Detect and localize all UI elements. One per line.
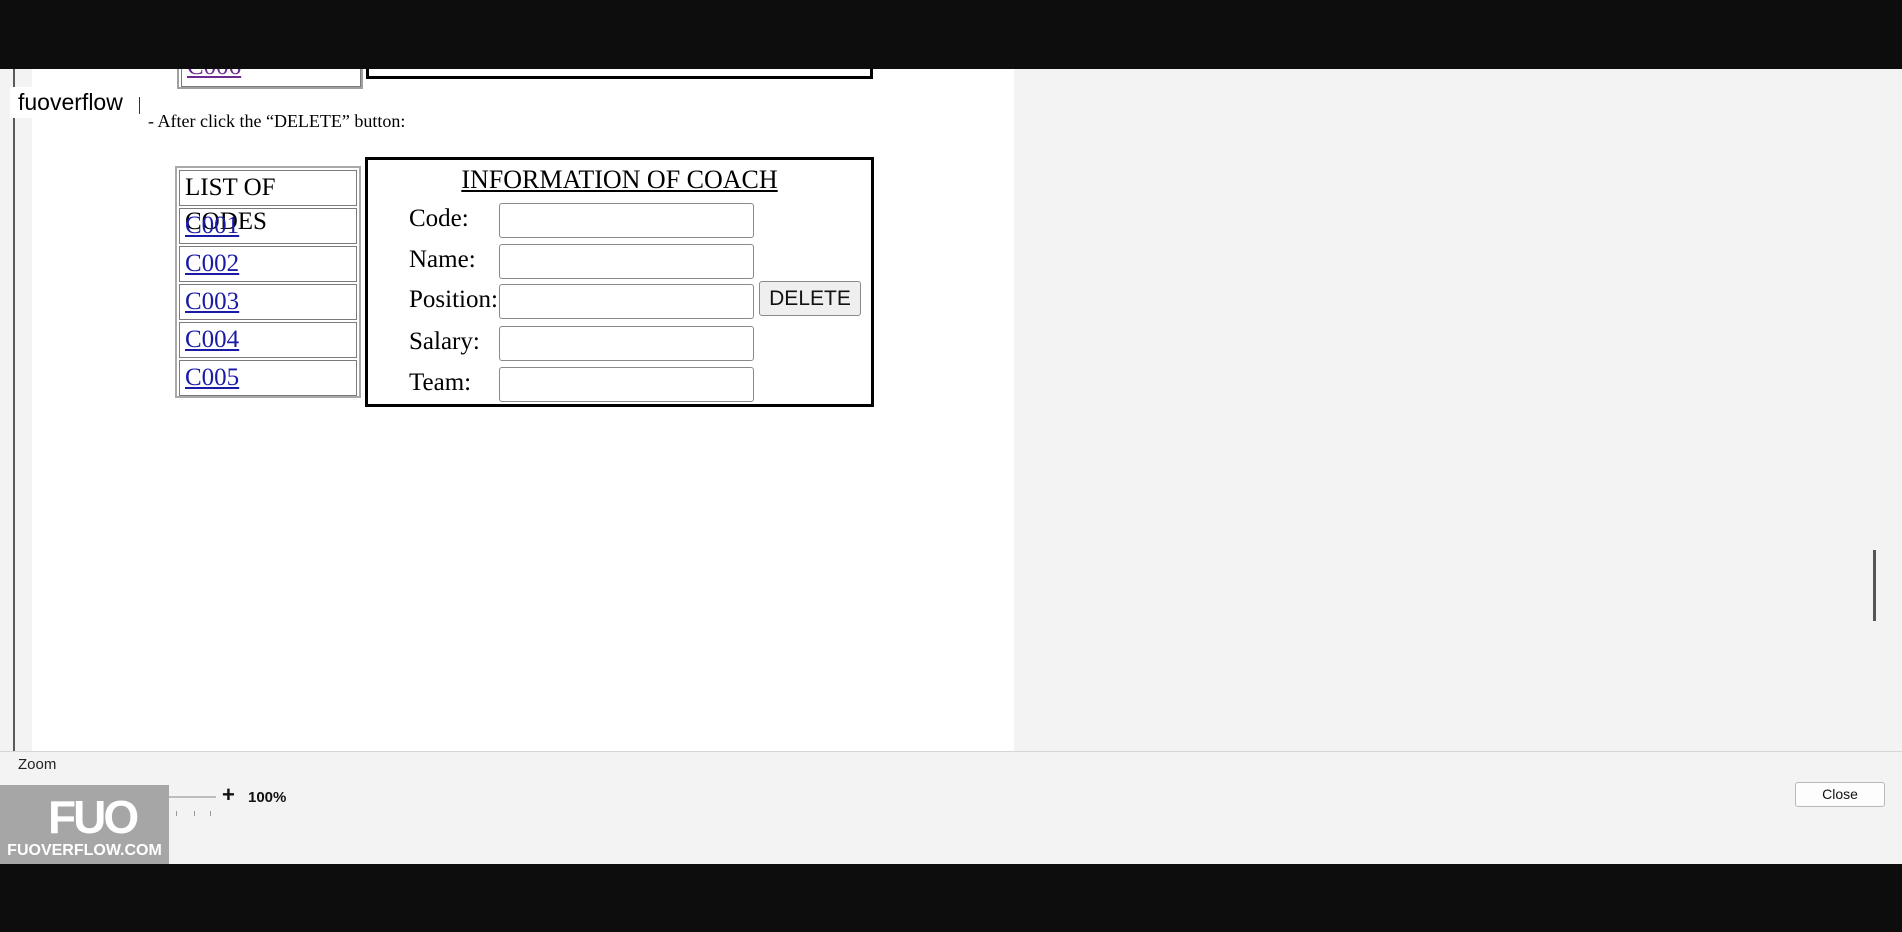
zoom-tick — [194, 811, 195, 816]
code-link-c002[interactable]: C002 — [185, 250, 239, 277]
code-link-c004[interactable]: C004 — [185, 326, 239, 353]
code-row: C002 — [179, 246, 357, 282]
position-label: Position: — [409, 286, 498, 313]
zoom-in-button[interactable]: + — [222, 782, 235, 808]
previous-info-box — [366, 69, 873, 79]
code-label: Code: — [409, 205, 469, 232]
document-page[interactable]: C006 - After click the “DELETE” button: … — [32, 69, 1014, 751]
text-caret — [139, 97, 140, 114]
name-input[interactable] — [499, 244, 754, 279]
code-row: C004 — [179, 322, 357, 358]
code-row: C005 — [179, 360, 357, 396]
info-title: INFORMATION OF COACH — [461, 165, 778, 194]
previous-code-link[interactable]: C006 — [187, 69, 241, 80]
zoom-tick — [210, 811, 211, 816]
codes-table-header: LIST OF CODES — [179, 170, 357, 235]
code-link-c003[interactable]: C003 — [185, 288, 239, 315]
team-input[interactable] — [499, 367, 754, 402]
brand-label: fuoverflow — [10, 87, 131, 118]
codes-table: LIST OF CODES C001 C002 C003 C004 C005 — [175, 166, 361, 398]
fuoverflow-logo: FUO FUOVERFLOW.COM — [0, 785, 169, 864]
salary-input[interactable] — [499, 326, 754, 361]
team-label: Team: — [409, 369, 472, 396]
caption-text: - After click the “DELETE” button: — [148, 111, 406, 131]
logo-text: FUOVERFLOW.COM — [7, 842, 162, 859]
toolbar-divider — [0, 751, 1902, 752]
zoom-tick — [176, 811, 177, 816]
code-link-c001[interactable]: C001 — [185, 212, 239, 239]
coach-info-box: INFORMATION OF COACH Code: Name: Positio… — [365, 157, 874, 407]
code-row: C001 — [179, 208, 357, 244]
position-input[interactable] — [499, 284, 754, 319]
close-button[interactable]: Close — [1795, 782, 1885, 807]
viewer-window: C006 - After click the “DELETE” button: … — [0, 69, 1902, 864]
previous-codes-table: C006 — [177, 69, 363, 89]
logo-mark: FUO — [48, 791, 139, 843]
code-link-c005[interactable]: C005 — [185, 364, 239, 391]
left-edge-line — [13, 69, 15, 751]
previous-code-cell: C006 — [181, 69, 361, 87]
salary-label: Salary: — [409, 328, 480, 355]
zoom-value: 100% — [248, 789, 287, 806]
code-row: C003 — [179, 284, 357, 320]
delete-button[interactable]: DELETE — [759, 281, 861, 316]
code-input[interactable] — [499, 203, 754, 238]
name-label: Name: — [409, 246, 476, 273]
zoom-label: Zoom — [18, 756, 57, 773]
vertical-scrollbar-thumb[interactable] — [1873, 550, 1876, 621]
